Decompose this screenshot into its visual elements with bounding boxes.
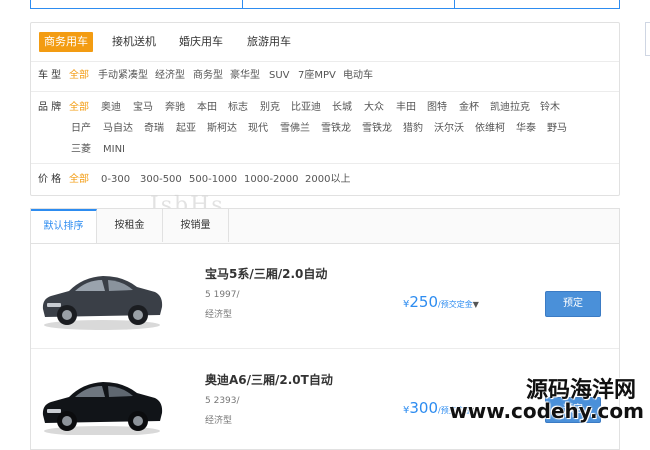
brand-option[interactable]: 比亚迪 bbox=[291, 101, 321, 115]
car-type-option[interactable]: 电动车 bbox=[343, 69, 373, 83]
price-label: 价 格 bbox=[38, 174, 62, 185]
brand-option[interactable]: 现代 bbox=[248, 122, 268, 136]
price-option[interactable]: 0-300 bbox=[101, 173, 130, 187]
brand-option[interactable]: 奔驰 bbox=[165, 101, 185, 115]
brand-option[interactable]: 猎豹 bbox=[403, 122, 423, 136]
price-option[interactable]: 300-500 bbox=[140, 173, 182, 187]
brand-option[interactable]: 别克 bbox=[260, 101, 280, 115]
side-floating-tab[interactable] bbox=[645, 22, 650, 56]
brand-option[interactable]: MINI bbox=[103, 143, 125, 157]
price-option[interactable]: 2000以上 bbox=[305, 173, 350, 187]
car-image[interactable] bbox=[39, 263, 165, 331]
category-tab-travel[interactable]: 旅游用车 bbox=[242, 32, 296, 52]
car-type-option[interactable]: 豪华型 bbox=[230, 69, 260, 83]
car-name[interactable]: 宝马5系/三厢/2.0自动 bbox=[205, 265, 327, 282]
brand-option[interactable]: 马自达 bbox=[103, 122, 133, 136]
brand-option[interactable]: 华泰 bbox=[516, 122, 536, 136]
car-type-option[interactable]: 7座MPV bbox=[298, 69, 336, 83]
brand-option[interactable]: 雪佛兰 bbox=[280, 122, 310, 136]
caret-down-icon[interactable]: ▼ bbox=[473, 300, 479, 309]
car-type-option[interactable]: SUV bbox=[269, 69, 290, 83]
sort-tab-rent[interactable]: 按租金 bbox=[97, 209, 163, 242]
car-spec: 5 1997/ bbox=[205, 290, 240, 300]
car-type-option[interactable]: 全部 bbox=[69, 69, 89, 83]
divider bbox=[31, 91, 619, 92]
brand-option[interactable]: 图特 bbox=[427, 101, 447, 115]
car-type-option[interactable]: 经济型 bbox=[155, 69, 185, 83]
car-list-item: 宝马5系/三厢/2.0自动 5 1997/ 经济型 ¥250/预交定金▼ 预定 bbox=[31, 243, 619, 348]
category-tabs: 商务用车 接机送机 婚庆用车 旅游用车 bbox=[31, 23, 619, 61]
divider bbox=[31, 163, 619, 164]
category-tab-business[interactable]: 商务用车 bbox=[39, 32, 93, 52]
category-tab-wedding[interactable]: 婚庆用车 bbox=[174, 32, 228, 52]
price-option[interactable]: 1000-2000 bbox=[244, 173, 299, 187]
brand-option[interactable]: 雪铁龙 bbox=[362, 122, 392, 136]
filter-panel: 商务用车 接机送机 婚庆用车 旅游用车 车 型 全部 手动紧凑型 经济型 商务型… bbox=[30, 22, 620, 196]
brand-option[interactable]: 日产 bbox=[71, 122, 91, 136]
car-type-label: 车 型 bbox=[38, 70, 62, 81]
price-unit: /预交定金 bbox=[438, 300, 473, 309]
brand-option[interactable]: 奇瑞 bbox=[144, 122, 164, 136]
price-value: 300 bbox=[409, 399, 439, 417]
brand-option[interactable]: 斯柯达 bbox=[207, 122, 237, 136]
top-nav-bar bbox=[30, 0, 620, 9]
top-nav-divider bbox=[454, 0, 455, 8]
brand-option[interactable]: 奥迪 bbox=[101, 101, 121, 115]
brand-option[interactable]: 凯迪拉克 bbox=[490, 101, 530, 115]
brand-option[interactable]: 依维柯 bbox=[475, 122, 505, 136]
sort-tab-sales[interactable]: 按销量 bbox=[163, 209, 229, 242]
brand-option[interactable]: 金杯 bbox=[459, 101, 479, 115]
brand-option[interactable]: 起亚 bbox=[176, 122, 196, 136]
brand-option[interactable]: 全部 bbox=[69, 101, 89, 115]
price-value: 250 bbox=[409, 293, 439, 311]
car-type-option[interactable]: 手动紧凑型 bbox=[98, 69, 148, 83]
top-nav-divider bbox=[242, 0, 243, 8]
brand-option[interactable]: 铃木 bbox=[540, 101, 560, 115]
car-spec: 经济型 bbox=[205, 416, 233, 426]
car-type-option[interactable]: 商务型 bbox=[193, 69, 223, 83]
brand-option[interactable]: 长城 bbox=[332, 101, 352, 115]
car-name[interactable]: 奥迪A6/三厢/2.0T自动 bbox=[205, 371, 333, 388]
car-spec: 5 2393/ bbox=[205, 396, 240, 406]
brand-option[interactable]: 三菱 bbox=[71, 143, 91, 157]
brand-option[interactable]: 沃尔沃 bbox=[434, 122, 464, 136]
sort-tab-default[interactable]: 默认排序 bbox=[31, 209, 97, 243]
brand-option[interactable]: 大众 bbox=[364, 101, 384, 115]
car-spec: 经济型 bbox=[205, 310, 233, 320]
car-price: ¥250/预交定金▼ bbox=[403, 292, 479, 311]
category-tab-airport[interactable]: 接机送机 bbox=[107, 32, 161, 52]
price-option[interactable]: 全部 bbox=[69, 173, 89, 187]
brand-option[interactable]: 雪铁龙 bbox=[321, 122, 351, 136]
brand-option[interactable]: 宝马 bbox=[133, 101, 153, 115]
brand-option[interactable]: 丰田 bbox=[396, 101, 416, 115]
book-button[interactable]: 预定 bbox=[545, 291, 601, 317]
sort-tabs: 默认排序 按租金 按销量 bbox=[31, 209, 619, 244]
divider bbox=[31, 61, 619, 62]
brand-option[interactable]: 本田 bbox=[197, 101, 217, 115]
brand-label: 品 牌 bbox=[38, 102, 62, 113]
brand-option[interactable]: 野马 bbox=[547, 122, 567, 136]
brand-option[interactable]: 标志 bbox=[228, 101, 248, 115]
car-image[interactable] bbox=[39, 367, 165, 435]
site-watermark-url: www.codehy.com bbox=[449, 399, 644, 423]
price-option[interactable]: 500-1000 bbox=[189, 173, 237, 187]
